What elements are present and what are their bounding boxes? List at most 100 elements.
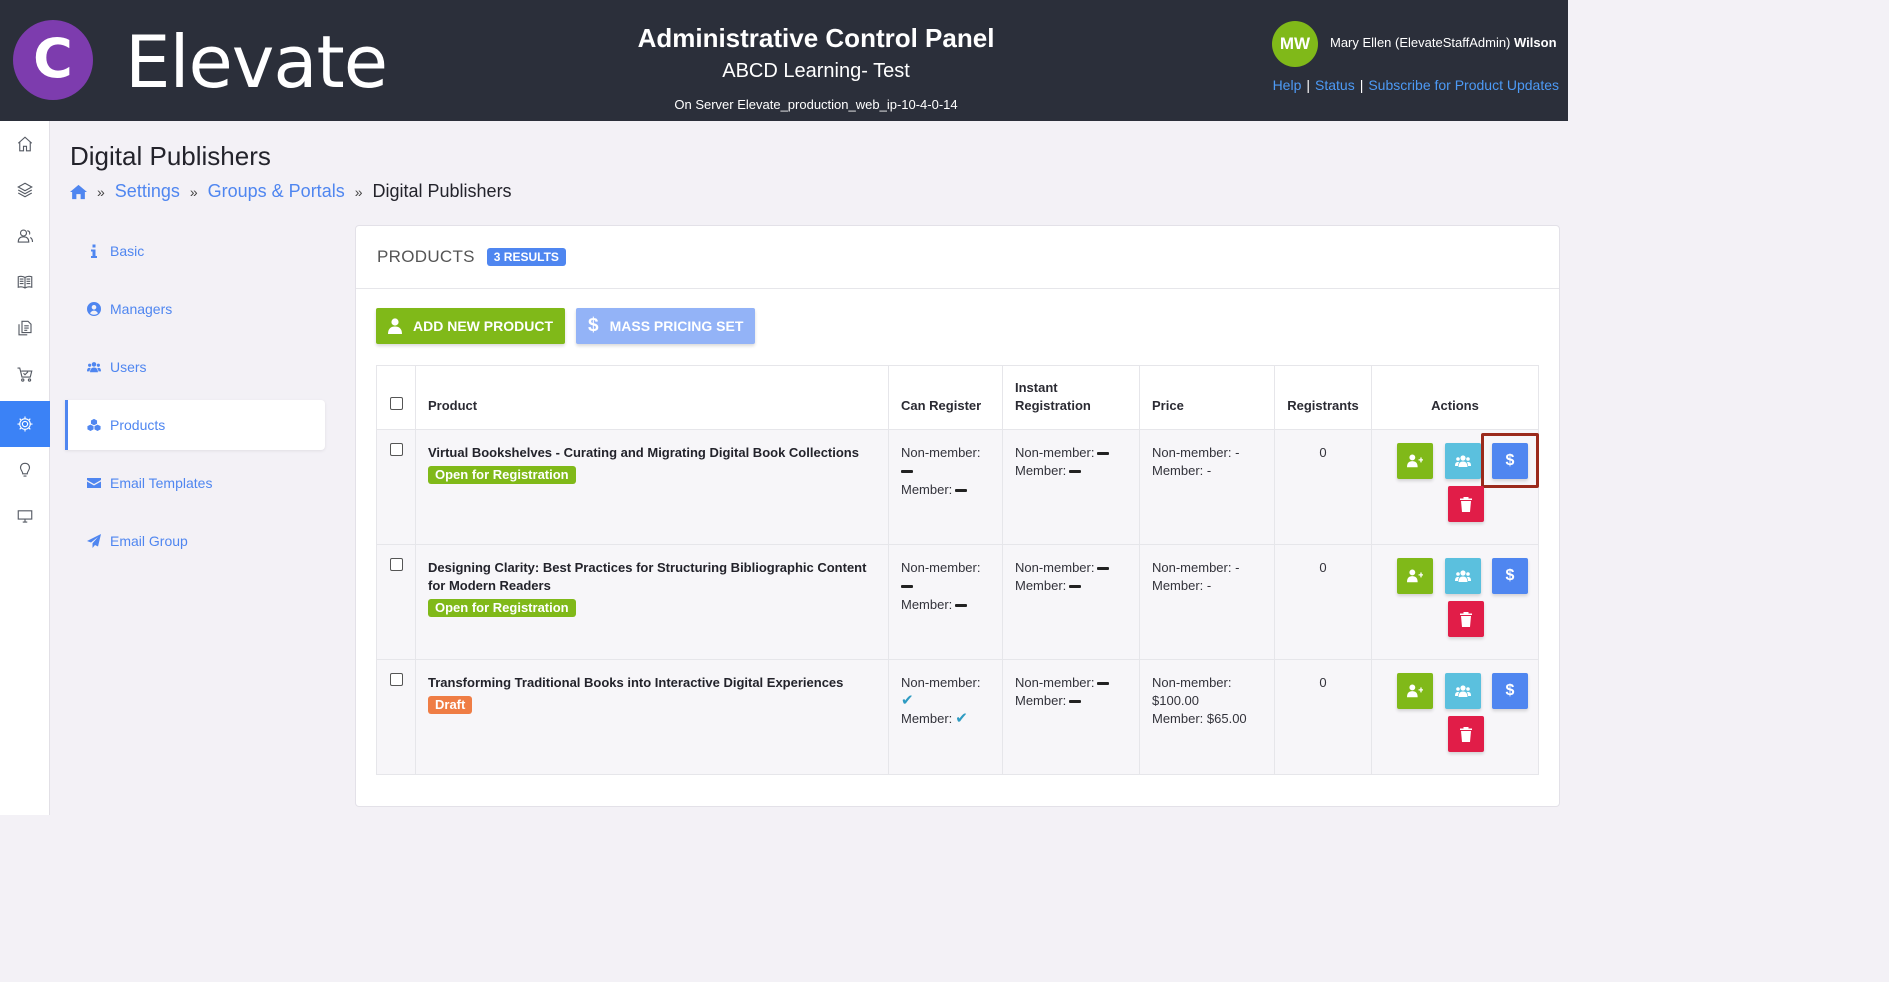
user-plus-icon [1407, 569, 1423, 583]
registrants-cell: 0 [1274, 544, 1372, 660]
table-header-row: Product Can Register Instant Registratio… [376, 365, 1539, 430]
help-link[interactable]: Help [1273, 77, 1302, 93]
left-rail [0, 121, 50, 815]
user-plus-icon [1407, 684, 1423, 698]
action-buttons: $ [1384, 558, 1528, 659]
price-member: Member: - [1152, 463, 1212, 478]
rail-home[interactable] [0, 121, 50, 167]
member-label: Member: [1015, 578, 1067, 593]
rail-documents[interactable] [0, 305, 50, 351]
dollar-icon: $ [1505, 567, 1515, 584]
actions-cell: $ [1371, 544, 1539, 660]
can-register-member: Member: [901, 596, 990, 614]
view-registrants-button[interactable] [1445, 673, 1481, 709]
side-item-label: Email Templates [110, 475, 213, 491]
pricing-button[interactable]: $ [1492, 673, 1528, 709]
view-registrants-button[interactable] [1445, 443, 1481, 479]
row-select-cell [376, 429, 416, 545]
lightbulb-icon [19, 462, 31, 477]
users-icon [87, 362, 101, 373]
side-item-managers[interactable]: Managers [65, 284, 325, 334]
check-icon: ✔ [955, 710, 968, 727]
side-item-basic[interactable]: Basic [65, 226, 325, 276]
rail-monitor[interactable] [0, 493, 50, 539]
member-label: Member: [901, 711, 953, 726]
user-circle-icon [87, 302, 101, 316]
product-name[interactable]: Virtual Bookshelves - Curating and Migra… [428, 444, 876, 462]
add-new-product-button[interactable]: ADD NEW PRODUCT [376, 308, 565, 344]
side-item-users[interactable]: Users [65, 342, 325, 392]
server-info: On Server Elevate_production_web_ip-10-4… [674, 97, 958, 112]
page-title: Digital Publishers [70, 141, 271, 171]
pricing-button[interactable]: $ [1492, 443, 1528, 479]
rail-settings[interactable] [0, 401, 50, 447]
registrants-cell: 0 [1274, 429, 1372, 545]
select-all-checkbox[interactable] [389, 397, 403, 410]
row-checkbox[interactable] [389, 443, 403, 456]
book-icon [17, 275, 33, 289]
monitor-icon [17, 510, 33, 523]
side-item-label: Users [110, 359, 147, 375]
side-item-label: Products [110, 417, 166, 433]
breadcrumb-separator: » [189, 183, 198, 200]
avatar[interactable]: MW [1272, 21, 1318, 67]
status-link[interactable]: Status [1315, 77, 1355, 93]
row-checkbox[interactable] [389, 673, 403, 686]
can-register-member: Member: [901, 481, 990, 499]
column-header-can-register: Can Register [888, 365, 1003, 430]
table-row: Designing Clarity: Best Practices for St… [376, 544, 1539, 660]
can-register-cell: Non-member: Member: [888, 544, 1003, 660]
rail-cart[interactable] [0, 351, 50, 397]
can-register-cell: Non-member: Member: [888, 429, 1003, 545]
rail-ideas[interactable] [0, 447, 50, 493]
product-name[interactable]: Designing Clarity: Best Practices for St… [428, 559, 876, 595]
header-links: Help | Status | Subscribe for Product Update… [1273, 77, 1559, 93]
price-cell: Non-member: - Member: - [1139, 544, 1275, 660]
actions-cell: $ [1371, 429, 1539, 545]
user-name[interactable]: Mary Ellen (ElevateStaffAdmin) Wilson [1330, 35, 1557, 50]
mass-pricing-set-button[interactable]: $ MASS PRICING SET [576, 308, 756, 344]
can-register-member: Member: ✔ [901, 710, 990, 728]
product-cell: Transforming Traditional Books into Inte… [415, 659, 889, 775]
rail-layers[interactable] [0, 167, 50, 213]
user-name-prefix: Mary Ellen (ElevateStaffAdmin) [1330, 35, 1511, 50]
breadcrumb: » Settings » Groups & Portals » Digital … [70, 181, 512, 202]
dash-icon [1097, 452, 1110, 456]
rail-book[interactable] [0, 259, 50, 305]
dollar-icon: $ [588, 315, 599, 336]
subscribe-link[interactable]: Subscribe for Product Updates [1368, 77, 1559, 93]
users-icon [1455, 570, 1471, 582]
price-nonmember: Non-member: - [1152, 560, 1240, 575]
delete-button[interactable] [1448, 716, 1484, 752]
product-cell: Virtual Bookshelves - Curating and Migra… [415, 429, 889, 545]
instant-registration-cell: Non-member: Member: [1002, 544, 1140, 660]
delete-button[interactable] [1448, 486, 1484, 522]
side-item-products[interactable]: Products [65, 400, 325, 450]
breadcrumb-groups-portals[interactable]: Groups & Portals [208, 181, 345, 202]
row-checkbox[interactable] [389, 558, 403, 571]
delete-button[interactable] [1448, 601, 1484, 637]
add-registrant-button[interactable] [1397, 673, 1433, 709]
price-cell: Non-member: - Member: - [1139, 429, 1275, 545]
logo-mark: C [13, 20, 93, 100]
rail-users[interactable] [0, 213, 50, 259]
side-item-email-templates[interactable]: Email Templates [65, 458, 325, 508]
dash-icon [1097, 682, 1110, 686]
add-registrant-button[interactable] [1397, 558, 1433, 594]
instant-member: Member: [1015, 692, 1127, 710]
breadcrumb-settings[interactable]: Settings [115, 181, 180, 202]
users-icon [1455, 455, 1471, 467]
side-item-email-group[interactable]: Email Group [65, 516, 325, 566]
home-icon[interactable] [70, 184, 87, 200]
cubes-icon [87, 418, 101, 431]
instant-registration-cell: Non-member: Member: [1002, 659, 1140, 775]
price-nonmember: Non-member: - [1152, 445, 1240, 460]
table-row: Virtual Bookshelves - Curating and Migra… [376, 429, 1539, 545]
row-select-cell [376, 544, 416, 660]
add-registrant-button[interactable] [1397, 443, 1433, 479]
pricing-button[interactable]: $ [1492, 558, 1528, 594]
view-registrants-button[interactable] [1445, 558, 1481, 594]
product-name[interactable]: Transforming Traditional Books into Inte… [428, 674, 876, 692]
layers-icon [17, 182, 33, 198]
trash-icon [1460, 497, 1472, 512]
